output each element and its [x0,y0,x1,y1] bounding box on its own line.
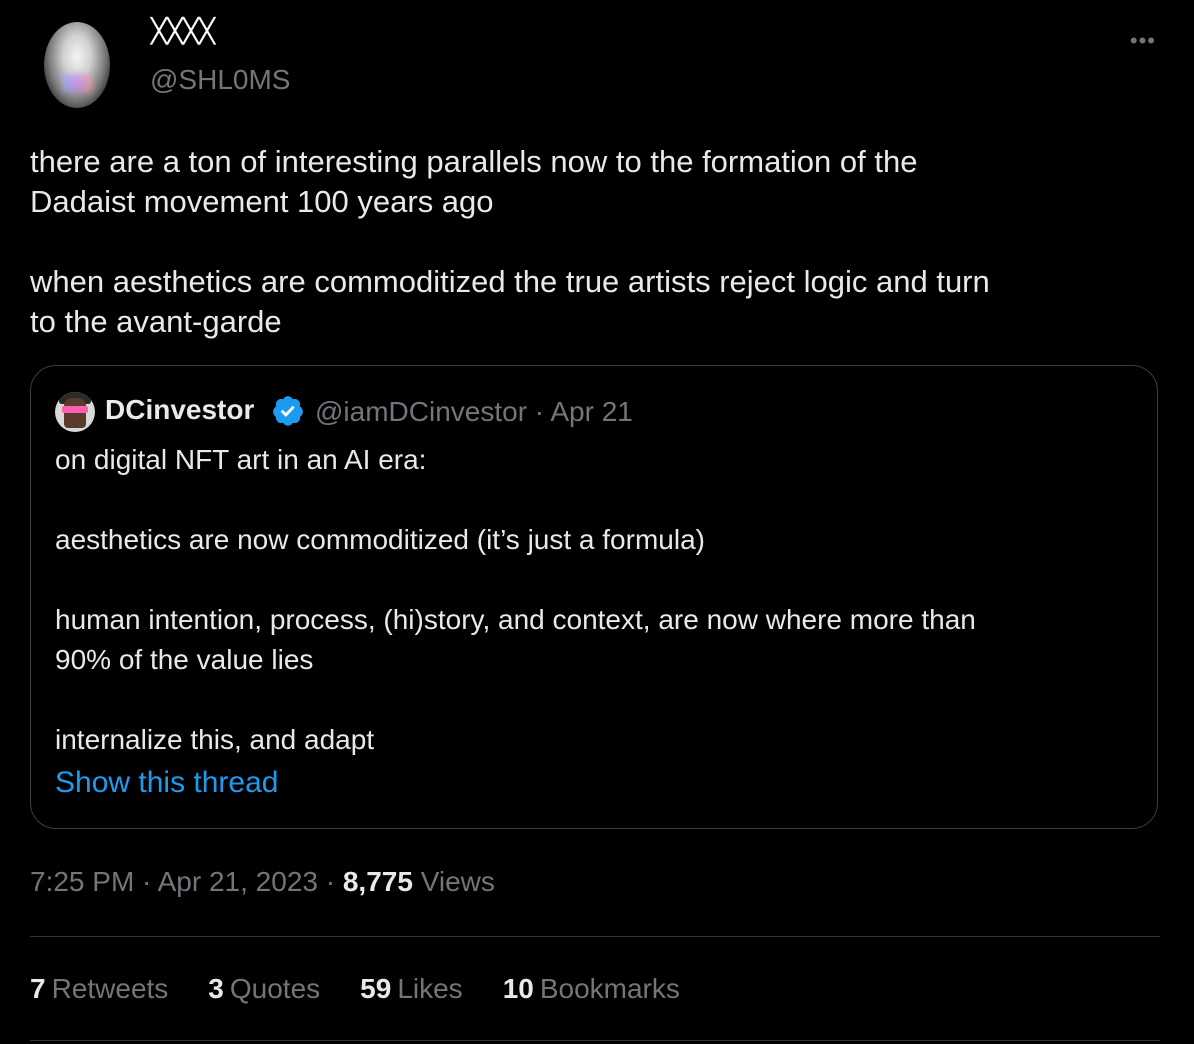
quote-author-avatar [55,392,95,432]
author-avatar[interactable] [44,22,110,108]
views-label: Views [412,866,495,897]
engagement-stats: 7 Retweets 3 Quotes 59 Likes 10 Bookmarks [30,973,680,1005]
stat-retweets[interactable]: 7 Retweets [30,973,168,1005]
stat-quotes[interactable]: 3 Quotes [208,973,320,1005]
author-display-name[interactable]: ᚷᚷᚷᚷ [150,14,216,49]
quoted-tweet[interactable]: DCinvestor @iamDCinvestor · Apr 21 on di… [30,365,1158,829]
show-thread-link[interactable]: Show this thread [55,766,278,800]
timestamp-text[interactable]: 7:25 PM · Apr 21, 2023 · [30,866,343,897]
tweet-text: there are a ton of interesting parallels… [30,144,990,339]
quote-text: on digital NFT art in an AI era: aesthet… [55,444,976,755]
quote-handle-date: @iamDCinvestor · Apr 21 [315,396,633,427]
stat-bookmarks[interactable]: 10 Bookmarks [503,973,680,1005]
tweet-card: ᚷᚷᚷᚷ @SHL0MS ••• there are a ton of inte… [0,0,1194,1044]
verified-badge-icon [273,396,303,426]
avatar-glow [62,74,92,92]
stat-likes[interactable]: 59 Likes [360,973,463,1005]
ellipsis-icon: ••• [1129,28,1156,53]
author-handle[interactable]: @SHL0MS [150,64,290,96]
divider [30,936,1160,937]
divider [30,1040,1160,1041]
tweet-timestamp: 7:25 PM · Apr 21, 2023 · 8,775 Views [30,866,495,898]
more-options-button[interactable]: ••• [1130,28,1156,54]
quote-author-name: DCinvestor [105,394,255,425]
views-count: 8,775 [342,866,413,897]
